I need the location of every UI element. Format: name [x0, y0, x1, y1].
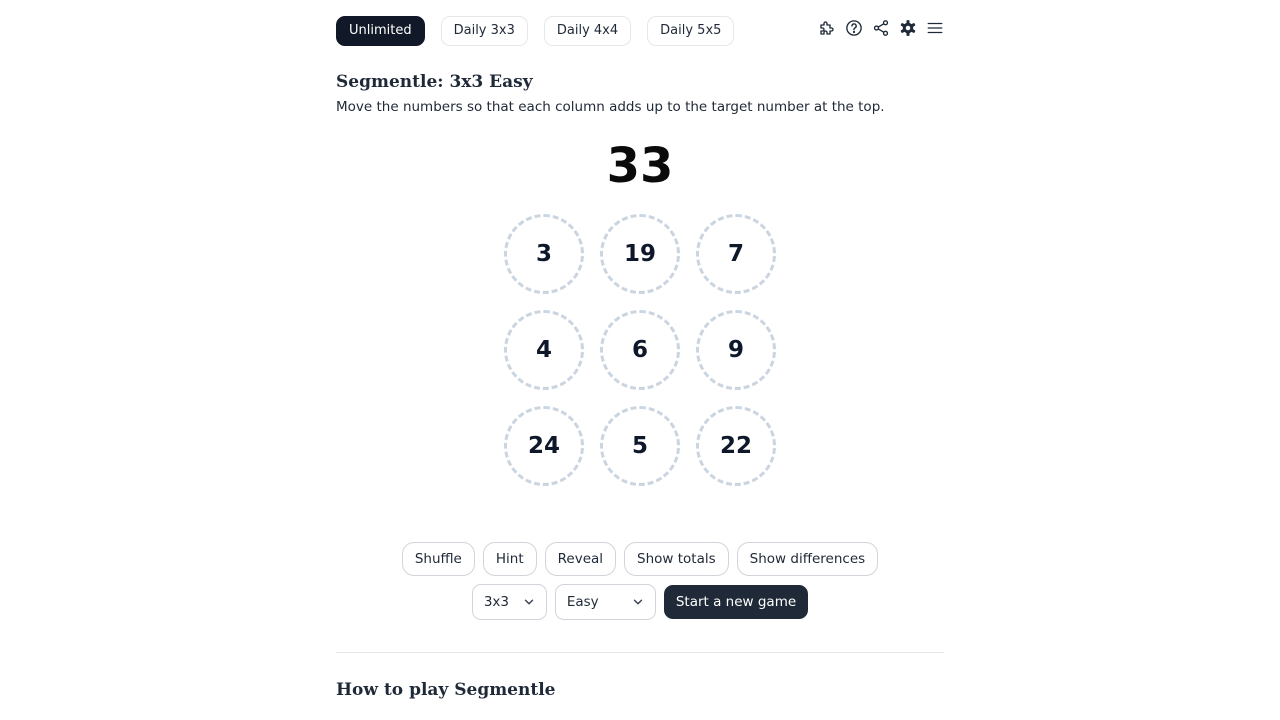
menu-icon[interactable]	[925, 16, 944, 40]
chevron-down-icon	[633, 599, 643, 605]
page-title: Segmentle: 3x3 Easy	[336, 72, 533, 92]
grid-cell[interactable]: 24	[504, 406, 584, 486]
grid-cell[interactable]: 3	[504, 214, 584, 294]
mode-tabs: Unlimited Daily 3x3 Daily 4x4 Daily 5x5	[336, 16, 735, 46]
start-new-game-button[interactable]: Start a new game	[663, 585, 809, 619]
instructions-text: Move the numbers so that each column add…	[336, 99, 885, 115]
puzzle-icon[interactable]	[817, 16, 836, 40]
share-icon[interactable]	[871, 16, 890, 40]
top-bar: Unlimited Daily 3x3 Daily 4x4 Daily 5x5	[336, 16, 944, 46]
reveal-button[interactable]: Reveal	[544, 542, 617, 576]
toolbar-icons	[817, 16, 944, 40]
tab-unlimited[interactable]: Unlimited	[336, 16, 425, 46]
show-totals-button[interactable]: Show totals	[624, 542, 729, 576]
settings-icon[interactable]	[898, 16, 917, 40]
grid-cell[interactable]: 19	[600, 214, 680, 294]
target-number: 33	[606, 138, 674, 194]
chevron-down-icon	[524, 599, 534, 605]
tab-daily-5x5[interactable]: Daily 5x5	[647, 16, 735, 46]
new-game-controls: 3x3 Easy Start a new game	[336, 584, 944, 620]
grid-size-select[interactable]: 3x3	[471, 584, 547, 620]
divider	[336, 652, 944, 653]
grid-cell[interactable]: 7	[696, 214, 776, 294]
grid-size-value: 3x3	[483, 594, 509, 610]
tab-daily-4x4[interactable]: Daily 4x4	[543, 16, 632, 46]
difficulty-value: Easy	[566, 594, 599, 610]
number-grid: 3 19 7 4 6 9 24 5 22	[504, 214, 776, 486]
main-container: Unlimited Daily 3x3 Daily 4x4 Daily 5x5	[336, 0, 944, 720]
grid-cell[interactable]: 4	[504, 310, 584, 390]
shuffle-button[interactable]: Shuffle	[401, 542, 475, 576]
how-to-play-heading: How to play Segmentle	[336, 680, 556, 700]
grid-cell[interactable]: 22	[696, 406, 776, 486]
grid-cell[interactable]: 9	[696, 310, 776, 390]
grid-cell[interactable]: 5	[600, 406, 680, 486]
difficulty-select[interactable]: Easy	[554, 584, 656, 620]
action-buttons: Shuffle Hint Reveal Show totals Show dif…	[336, 542, 944, 576]
grid-cell[interactable]: 6	[600, 310, 680, 390]
show-differences-button[interactable]: Show differences	[736, 542, 879, 576]
hint-button[interactable]: Hint	[482, 542, 537, 576]
tab-daily-3x3[interactable]: Daily 3x3	[440, 16, 528, 46]
help-icon[interactable]	[844, 16, 863, 40]
